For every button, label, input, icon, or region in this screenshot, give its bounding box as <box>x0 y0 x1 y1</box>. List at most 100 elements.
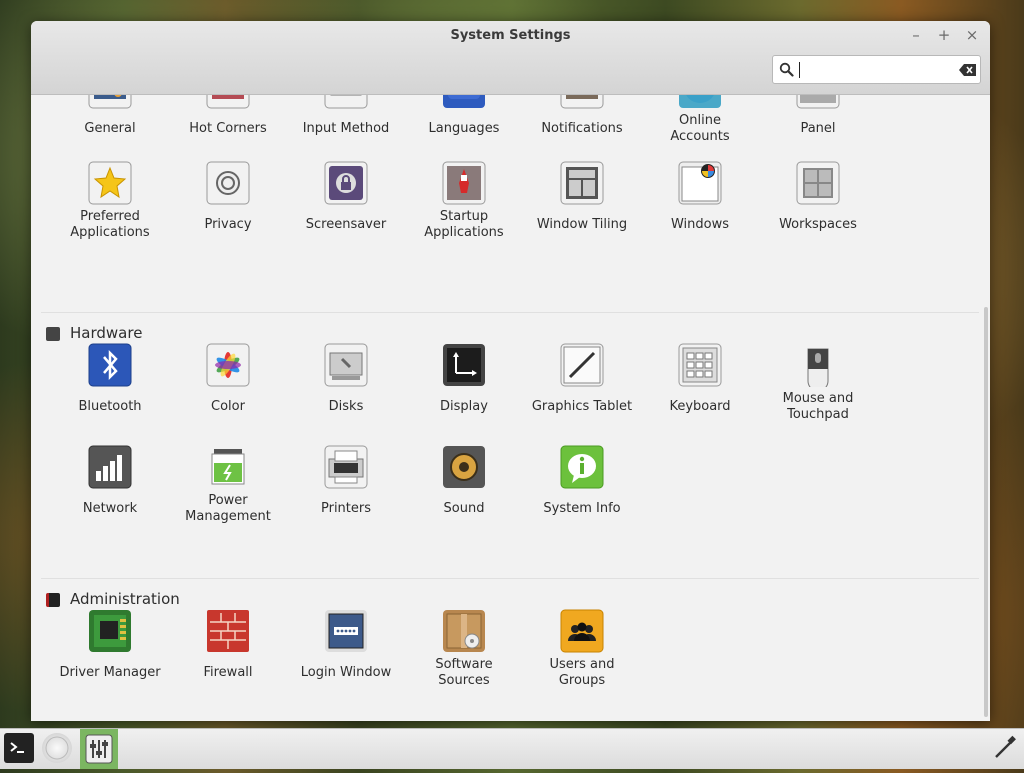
settings-item-users-groups[interactable]: Users and Groups <box>523 609 641 689</box>
settings-item-label: Input Method <box>302 121 390 136</box>
scrollbar[interactable] <box>984 307 988 717</box>
graphics-tablet-icon <box>560 343 604 387</box>
clear-search-icon[interactable] <box>959 64 976 76</box>
search-icon <box>779 62 794 77</box>
settings-item-languages[interactable]: Languages <box>405 95 523 137</box>
settings-item-label: Sound <box>443 501 485 516</box>
settings-item-label: Mouse and Touchpad <box>782 391 854 422</box>
section-divider <box>41 578 979 579</box>
minimize-button[interactable]: – <box>906 26 926 44</box>
titlebar: System Settings – + × <box>31 21 990 95</box>
settings-item-windows[interactable]: Windows <box>641 161 759 233</box>
window-title: System Settings <box>450 28 571 43</box>
settings-item-label: Firewall <box>203 665 253 680</box>
settings-item-keyboard[interactable]: Keyboard <box>641 343 759 415</box>
settings-item-label: Online Accounts <box>670 113 730 144</box>
hot-corners-icon <box>206 95 250 109</box>
settings-item-general[interactable]: General <box>51 95 169 137</box>
settings-item-workspaces[interactable]: Workspaces <box>759 161 877 233</box>
settings-item-printers[interactable]: Printers <box>287 445 405 517</box>
settings-item-label: Screensaver <box>305 217 387 232</box>
mouse-icon <box>796 343 840 392</box>
settings-item-label: Login Window <box>300 665 392 680</box>
settings-item-label: Printers <box>320 501 372 516</box>
online-accounts-icon <box>678 95 722 109</box>
settings-item-preferred-applications[interactable]: Preferred Applications <box>51 161 169 241</box>
settings-item-label: Disks <box>328 399 364 414</box>
settings-item-label: System Info <box>543 501 621 516</box>
settings-content: General Hot Corners Input Method Languages N… <box>31 95 990 721</box>
privacy-icon <box>206 161 250 205</box>
settings-item-label: Users and Groups <box>549 657 615 688</box>
hardware-section-icon <box>46 327 60 341</box>
network-icon <box>88 445 132 489</box>
menu-launcher[interactable] <box>42 733 72 763</box>
input-method-icon <box>324 95 368 109</box>
settings-item-screensaver[interactable]: Screensaver <box>287 161 405 233</box>
terminal-launcher[interactable] <box>4 733 34 763</box>
settings-item-label: Keyboard <box>669 399 731 414</box>
users-icon <box>560 609 604 653</box>
settings-item-label: Workspaces <box>779 217 857 232</box>
settings-item-privacy[interactable]: Privacy <box>169 161 287 233</box>
bluetooth-icon <box>88 343 132 387</box>
settings-item-display[interactable]: Display <box>405 343 523 415</box>
settings-item-label: Bluetooth <box>78 399 142 414</box>
speaker-icon <box>442 445 486 489</box>
network-tray-icon[interactable] <box>990 733 1020 763</box>
windows-icon <box>678 161 722 205</box>
settings-item-software-sources[interactable]: Software Sources <box>405 609 523 689</box>
settings-item-label: Graphics Tablet <box>531 399 633 414</box>
settings-item-online-accounts[interactable]: Online Accounts <box>641 95 759 145</box>
settings-item-system-info[interactable]: System Info <box>523 445 641 517</box>
settings-item-firewall[interactable]: Firewall <box>169 609 287 681</box>
settings-item-window-tiling[interactable]: Window Tiling <box>523 161 641 233</box>
terminal-icon <box>10 742 24 753</box>
settings-item-label: Privacy <box>204 217 252 232</box>
settings-item-color[interactable]: Color <box>169 343 287 415</box>
search-box[interactable] <box>772 55 981 84</box>
general-icon <box>88 95 132 109</box>
settings-item-power-management[interactable]: Power Management <box>169 445 287 525</box>
settings-item-disks[interactable]: Disks <box>287 343 405 415</box>
battery-icon <box>206 445 250 489</box>
firewall-icon <box>206 609 250 653</box>
settings-item-label: Languages <box>428 121 500 136</box>
login-window-icon <box>324 609 368 653</box>
window-tiling-icon <box>560 161 604 205</box>
panel-icon <box>796 95 840 109</box>
settings-sliders-icon <box>85 734 113 764</box>
settings-item-graphics-tablet[interactable]: Graphics Tablet <box>523 343 641 415</box>
settings-item-sound[interactable]: Sound <box>405 445 523 517</box>
settings-item-label: Hot Corners <box>189 121 267 136</box>
settings-item-network[interactable]: Network <box>51 445 169 517</box>
settings-item-mouse-touchpad[interactable]: Mouse and Touchpad <box>759 343 877 423</box>
maximize-button[interactable]: + <box>934 26 954 44</box>
settings-item-label: Network <box>82 501 138 516</box>
settings-item-label: General <box>84 121 136 136</box>
settings-item-startup-applications[interactable]: Startup Applications <box>405 161 523 241</box>
printer-icon <box>324 445 368 489</box>
settings-item-login-window[interactable]: Login Window <box>287 609 405 681</box>
keyboard-icon <box>678 343 722 387</box>
close-button[interactable]: × <box>962 26 982 44</box>
settings-item-notifications[interactable]: Notifications <box>523 95 641 137</box>
settings-item-panel[interactable]: Panel <box>759 95 877 137</box>
administration-section-title: Administration <box>70 590 180 608</box>
notifications-icon <box>560 95 604 109</box>
settings-item-input-method[interactable]: Input Method <box>287 95 405 137</box>
settings-item-label: Driver Manager <box>59 665 161 680</box>
system-settings-task[interactable] <box>80 729 118 769</box>
lock-icon <box>324 161 368 205</box>
search-input[interactable] <box>797 59 961 82</box>
settings-item-bluetooth[interactable]: Bluetooth <box>51 343 169 415</box>
driver-icon <box>88 609 132 653</box>
settings-item-label: Power Management <box>185 493 271 524</box>
settings-item-driver-manager[interactable]: Driver Manager <box>51 609 169 681</box>
taskbar <box>0 728 1024 769</box>
settings-item-hot-corners[interactable]: Hot Corners <box>169 95 287 137</box>
plug-icon <box>995 735 1016 758</box>
menu-icon <box>45 736 69 760</box>
display-icon <box>442 343 486 387</box>
settings-item-label: Display <box>440 399 488 414</box>
